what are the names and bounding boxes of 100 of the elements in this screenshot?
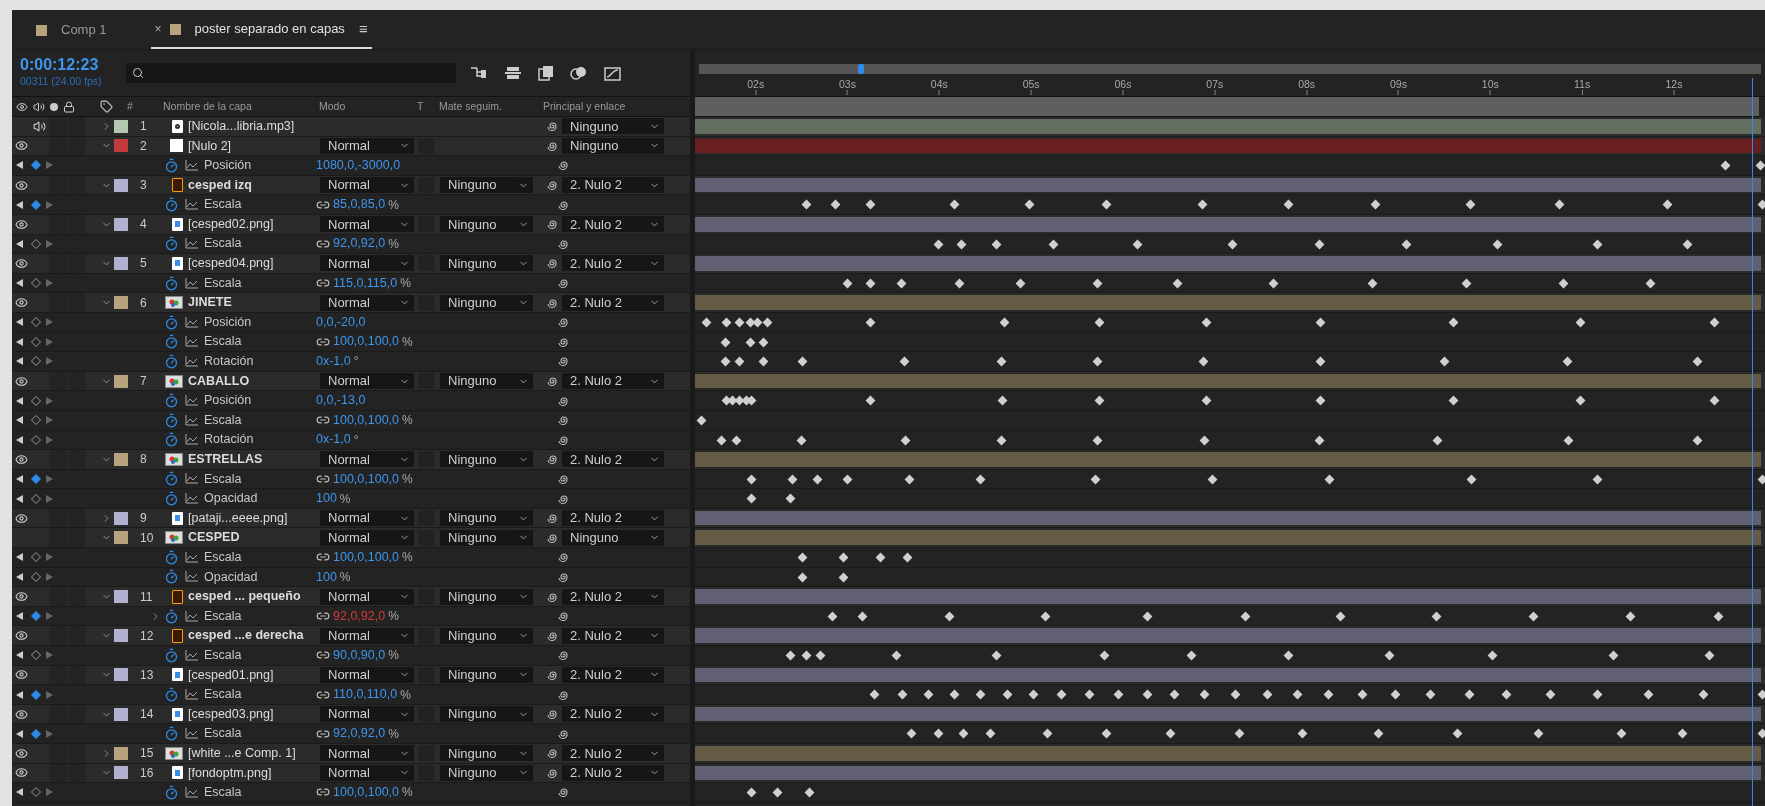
- keyframe-diamond-icon[interactable]: [31, 787, 41, 798]
- keyframe-marker[interactable]: [1199, 435, 1210, 445]
- keyframe-marker[interactable]: [746, 787, 757, 798]
- keyframe-marker[interactable]: [1558, 278, 1569, 289]
- label-swatch[interactable]: [114, 119, 128, 133]
- mode-dropdown[interactable]: Normal: [320, 294, 414, 311]
- stopwatch-icon[interactable]: [164, 275, 179, 291]
- stopwatch-icon[interactable]: [164, 158, 179, 173]
- keyframe-marker[interactable]: [1132, 239, 1143, 249]
- previous-keyframe-icon[interactable]: [16, 396, 23, 405]
- graph-icon[interactable]: [185, 238, 198, 250]
- audio-speaker-icon[interactable]: [33, 100, 45, 113]
- composition-tab[interactable]: × poster separado en capas ≡: [150, 11, 372, 49]
- keyframe-marker[interactable]: [1207, 474, 1218, 485]
- layer-name[interactable]: [pataji...eeee.png]: [188, 508, 320, 528]
- keyframe-marker[interactable]: [1384, 650, 1395, 661]
- label-swatch[interactable]: [114, 511, 128, 525]
- keyframe-marker[interactable]: [991, 650, 1002, 661]
- track-matte-dropdown[interactable]: Ninguno: [440, 666, 533, 683]
- layer-name[interactable]: [Nulo 2]: [188, 136, 320, 156]
- parent-pickwhip-icon[interactable]: [557, 727, 569, 740]
- keyframe-marker[interactable]: [958, 728, 969, 739]
- keyframe-marker[interactable]: [1323, 689, 1334, 700]
- keyframe-marker[interactable]: [1608, 650, 1619, 661]
- keyframe-diamond-icon[interactable]: [31, 474, 41, 484]
- label-tag-icon[interactable]: [100, 100, 113, 113]
- solo-toggle[interactable]: [49, 117, 67, 136]
- next-keyframe-icon[interactable]: [46, 357, 53, 366]
- lock-icon[interactable]: [63, 100, 75, 113]
- parent-pickwhip-icon[interactable]: [557, 335, 569, 348]
- next-keyframe-icon[interactable]: [46, 651, 53, 660]
- layer-name[interactable]: [Nicola...libria.mp3]: [188, 116, 320, 136]
- work-area-handle[interactable]: [858, 64, 865, 74]
- keyframe-marker[interactable]: [991, 239, 1002, 249]
- keyframe-marker[interactable]: [1099, 650, 1110, 661]
- graph-icon[interactable]: [185, 199, 198, 211]
- keyframe-marker[interactable]: [1401, 239, 1412, 249]
- keyframe-marker[interactable]: [1466, 474, 1477, 485]
- keyframe-marker[interactable]: [857, 611, 868, 622]
- keyframe-marker[interactable]: [772, 787, 783, 798]
- keyframe-marker[interactable]: [828, 611, 838, 622]
- previous-keyframe-icon[interactable]: [16, 494, 23, 503]
- visibility-eye-icon[interactable]: [14, 256, 28, 270]
- keyframe-marker[interactable]: [954, 278, 964, 289]
- next-keyframe-icon[interactable]: [46, 612, 53, 621]
- keyframe-marker[interactable]: [1373, 728, 1384, 739]
- parent-pickwhip-icon[interactable]: [557, 551, 569, 564]
- label-swatch[interactable]: [114, 178, 128, 192]
- property-value[interactable]: 90,0,90,0: [333, 645, 386, 665]
- keyframe-marker[interactable]: [1335, 611, 1346, 622]
- keyframe-marker[interactable]: [1092, 356, 1103, 367]
- keyframe-marker[interactable]: [762, 317, 772, 328]
- parent-dropdown[interactable]: 2. Nulo 2: [562, 255, 664, 272]
- visibility-eye-icon[interactable]: [14, 590, 28, 604]
- graph-icon[interactable]: [185, 336, 198, 348]
- keyframe-marker[interactable]: [1709, 395, 1720, 406]
- layer-name[interactable]: [cesped02.png]: [188, 214, 320, 234]
- parent-pickwhip-icon[interactable]: [546, 453, 558, 466]
- parent-pickwhip-icon[interactable]: [557, 433, 569, 446]
- overlapping-circles-icon[interactable]: [570, 65, 588, 81]
- graph-icon[interactable]: [185, 689, 198, 700]
- property-value[interactable]: 0,0,-20,0: [316, 312, 366, 332]
- previous-keyframe-icon[interactable]: [16, 729, 23, 738]
- graph-icon[interactable]: [185, 787, 198, 798]
- keyframe-marker[interactable]: [1677, 728, 1688, 739]
- keyframe-marker[interactable]: [865, 317, 876, 328]
- keyframe-marker[interactable]: [1002, 689, 1013, 700]
- parent-pickwhip-icon[interactable]: [557, 610, 569, 623]
- keyframe-marker[interactable]: [900, 435, 911, 445]
- stopwatch-icon[interactable]: [164, 491, 179, 507]
- parent-pickwhip-icon[interactable]: [557, 159, 569, 172]
- column-header[interactable]: Modo: [319, 98, 417, 115]
- graph-icon[interactable]: [185, 355, 198, 367]
- keyframe-marker[interactable]: [696, 415, 707, 426]
- stopwatch-icon[interactable]: [164, 412, 179, 428]
- layer-name[interactable]: [cesped04.png]: [188, 254, 320, 273]
- stopwatch-icon[interactable]: [164, 393, 179, 409]
- keyframe-marker[interactable]: [1592, 689, 1603, 700]
- keyframe-marker[interactable]: [753, 317, 763, 328]
- constrain-proportions-link-icon[interactable]: [316, 472, 330, 486]
- keyframe-marker[interactable]: [1186, 650, 1197, 661]
- label-swatch[interactable]: [114, 531, 128, 545]
- graph-icon[interactable]: [185, 571, 198, 583]
- next-keyframe-icon[interactable]: [46, 396, 53, 405]
- layer-name[interactable]: [fondoptm.png]: [188, 763, 320, 783]
- layer-name[interactable]: cesped ... pequeño: [188, 587, 320, 606]
- keyframe-marker[interactable]: [1432, 435, 1443, 445]
- keyframe-marker[interactable]: [745, 337, 755, 347]
- next-keyframe-icon[interactable]: [46, 239, 53, 248]
- keyframe-marker[interactable]: [865, 395, 876, 406]
- keyframe-marker[interactable]: [906, 728, 917, 739]
- mode-dropdown[interactable]: Normal: [320, 451, 414, 468]
- keyframe-marker[interactable]: [1692, 356, 1703, 367]
- keyframe-marker[interactable]: [1448, 395, 1459, 406]
- keyframe-diamond-icon[interactable]: [31, 611, 41, 622]
- track-matte-dropdown[interactable]: Ninguno: [440, 294, 533, 311]
- keyframe-diamond-icon[interactable]: [31, 689, 41, 700]
- layer-name[interactable]: cesped izq: [188, 175, 320, 195]
- previous-keyframe-icon[interactable]: [16, 357, 23, 366]
- keyframe-marker[interactable]: [933, 728, 944, 739]
